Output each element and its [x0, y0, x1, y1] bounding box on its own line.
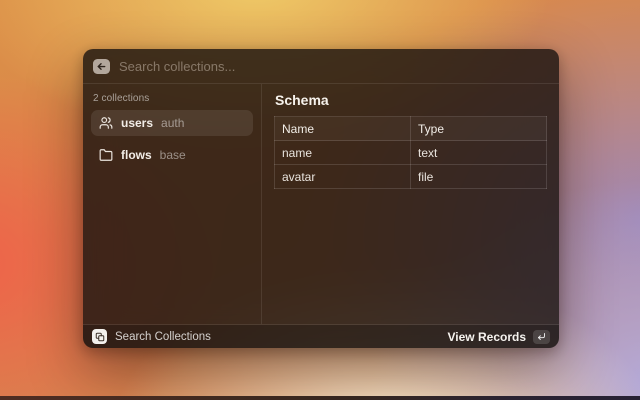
- view-records-button[interactable]: View Records: [448, 330, 550, 344]
- field-type-cell: text: [411, 141, 547, 165]
- table-header-row: Name Type: [275, 117, 547, 141]
- field-type-cell: file: [411, 165, 547, 189]
- column-header-type: Type: [411, 117, 547, 141]
- table-row: avatar file: [275, 165, 547, 189]
- collections-icon: [92, 329, 107, 344]
- users-icon: [99, 116, 113, 130]
- sidebar-item-users[interactable]: users auth: [91, 110, 253, 136]
- return-key-icon: [537, 332, 546, 341]
- search-collections-window: 2 collections users auth: [83, 49, 559, 348]
- search-bar: [83, 49, 559, 83]
- return-key-badge: [533, 330, 550, 344]
- bottom-edge-strip: [0, 396, 640, 400]
- view-records-label: View Records: [448, 330, 526, 344]
- footer-bar: Search Collections View Records: [83, 325, 559, 348]
- search-input[interactable]: [119, 59, 549, 74]
- back-button[interactable]: [93, 59, 110, 74]
- sidebar-item-label: flows: [121, 148, 152, 162]
- column-header-name: Name: [275, 117, 411, 141]
- sidebar-item-flows[interactable]: flows base: [91, 142, 253, 168]
- schema-table: Name Type name text avatar file: [274, 116, 547, 189]
- table-row: name text: [275, 141, 547, 165]
- sidebar-item-badge: base: [160, 148, 186, 162]
- main-area: 2 collections users auth: [83, 84, 559, 324]
- folder-icon: [99, 148, 113, 162]
- field-name-cell: name: [275, 141, 411, 165]
- arrow-left-icon: [96, 61, 107, 72]
- field-name-cell: avatar: [275, 165, 411, 189]
- sidebar-item-label: users: [121, 116, 153, 130]
- sidebar-item-badge: auth: [161, 116, 184, 130]
- footer-app-label: Search Collections: [115, 331, 211, 343]
- collections-sidebar: 2 collections users auth: [83, 84, 261, 324]
- schema-title: Schema: [275, 92, 547, 108]
- desktop-background: 2 collections users auth: [0, 0, 640, 400]
- schema-panel: Schema Name Type name text: [262, 84, 559, 324]
- collections-count-label: 2 collections: [93, 93, 253, 104]
